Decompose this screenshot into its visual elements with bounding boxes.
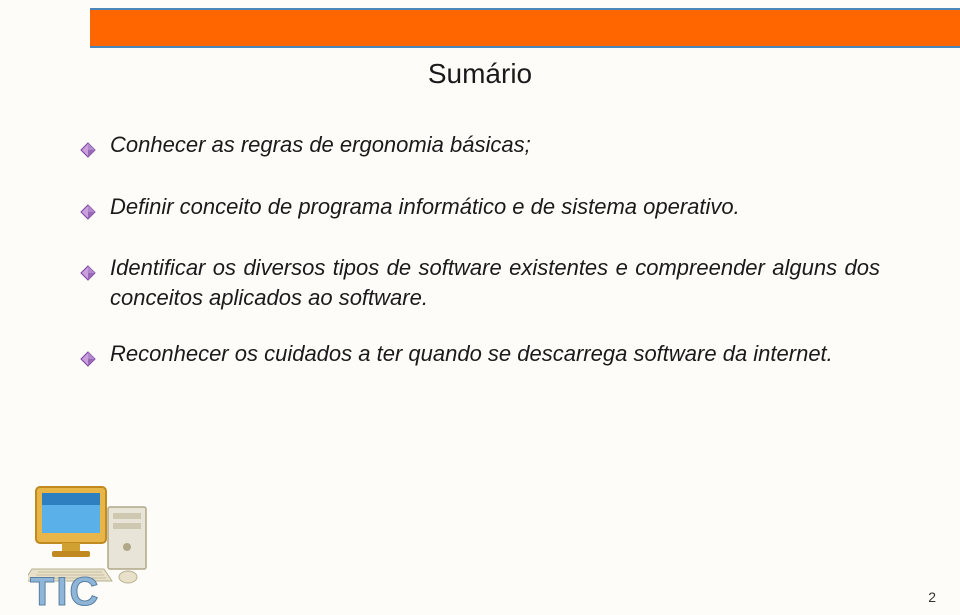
page-number: 2	[928, 589, 936, 605]
diamond-bullet-icon	[80, 259, 96, 289]
tic-label: TIC	[30, 570, 100, 615]
header-left-notch	[0, 8, 90, 48]
list-item-text: Conhecer as regras de ergonomia básicas;	[110, 130, 880, 160]
list-item-text: Definir conceito de programa informático…	[110, 192, 880, 222]
list-item: Identificar os diversos tipos de softwar…	[80, 253, 880, 312]
diamond-bullet-icon	[80, 198, 96, 228]
list-item: Reconhecer os cuidados a ter quando se d…	[80, 339, 880, 375]
list-item-text: Reconhecer os cuidados a ter quando se d…	[110, 339, 880, 369]
diamond-bullet-icon	[80, 136, 96, 166]
diamond-bullet-icon	[80, 345, 96, 375]
page-title: Sumário	[0, 58, 960, 90]
list-item: Conhecer as regras de ergonomia básicas;	[80, 130, 880, 166]
list-item: Definir conceito de programa informático…	[80, 192, 880, 228]
list-item-text: Identificar os diversos tipos de softwar…	[110, 253, 880, 312]
header-bar	[0, 8, 960, 48]
bullet-list: Conhecer as regras de ergonomia básicas;…	[80, 130, 880, 400]
